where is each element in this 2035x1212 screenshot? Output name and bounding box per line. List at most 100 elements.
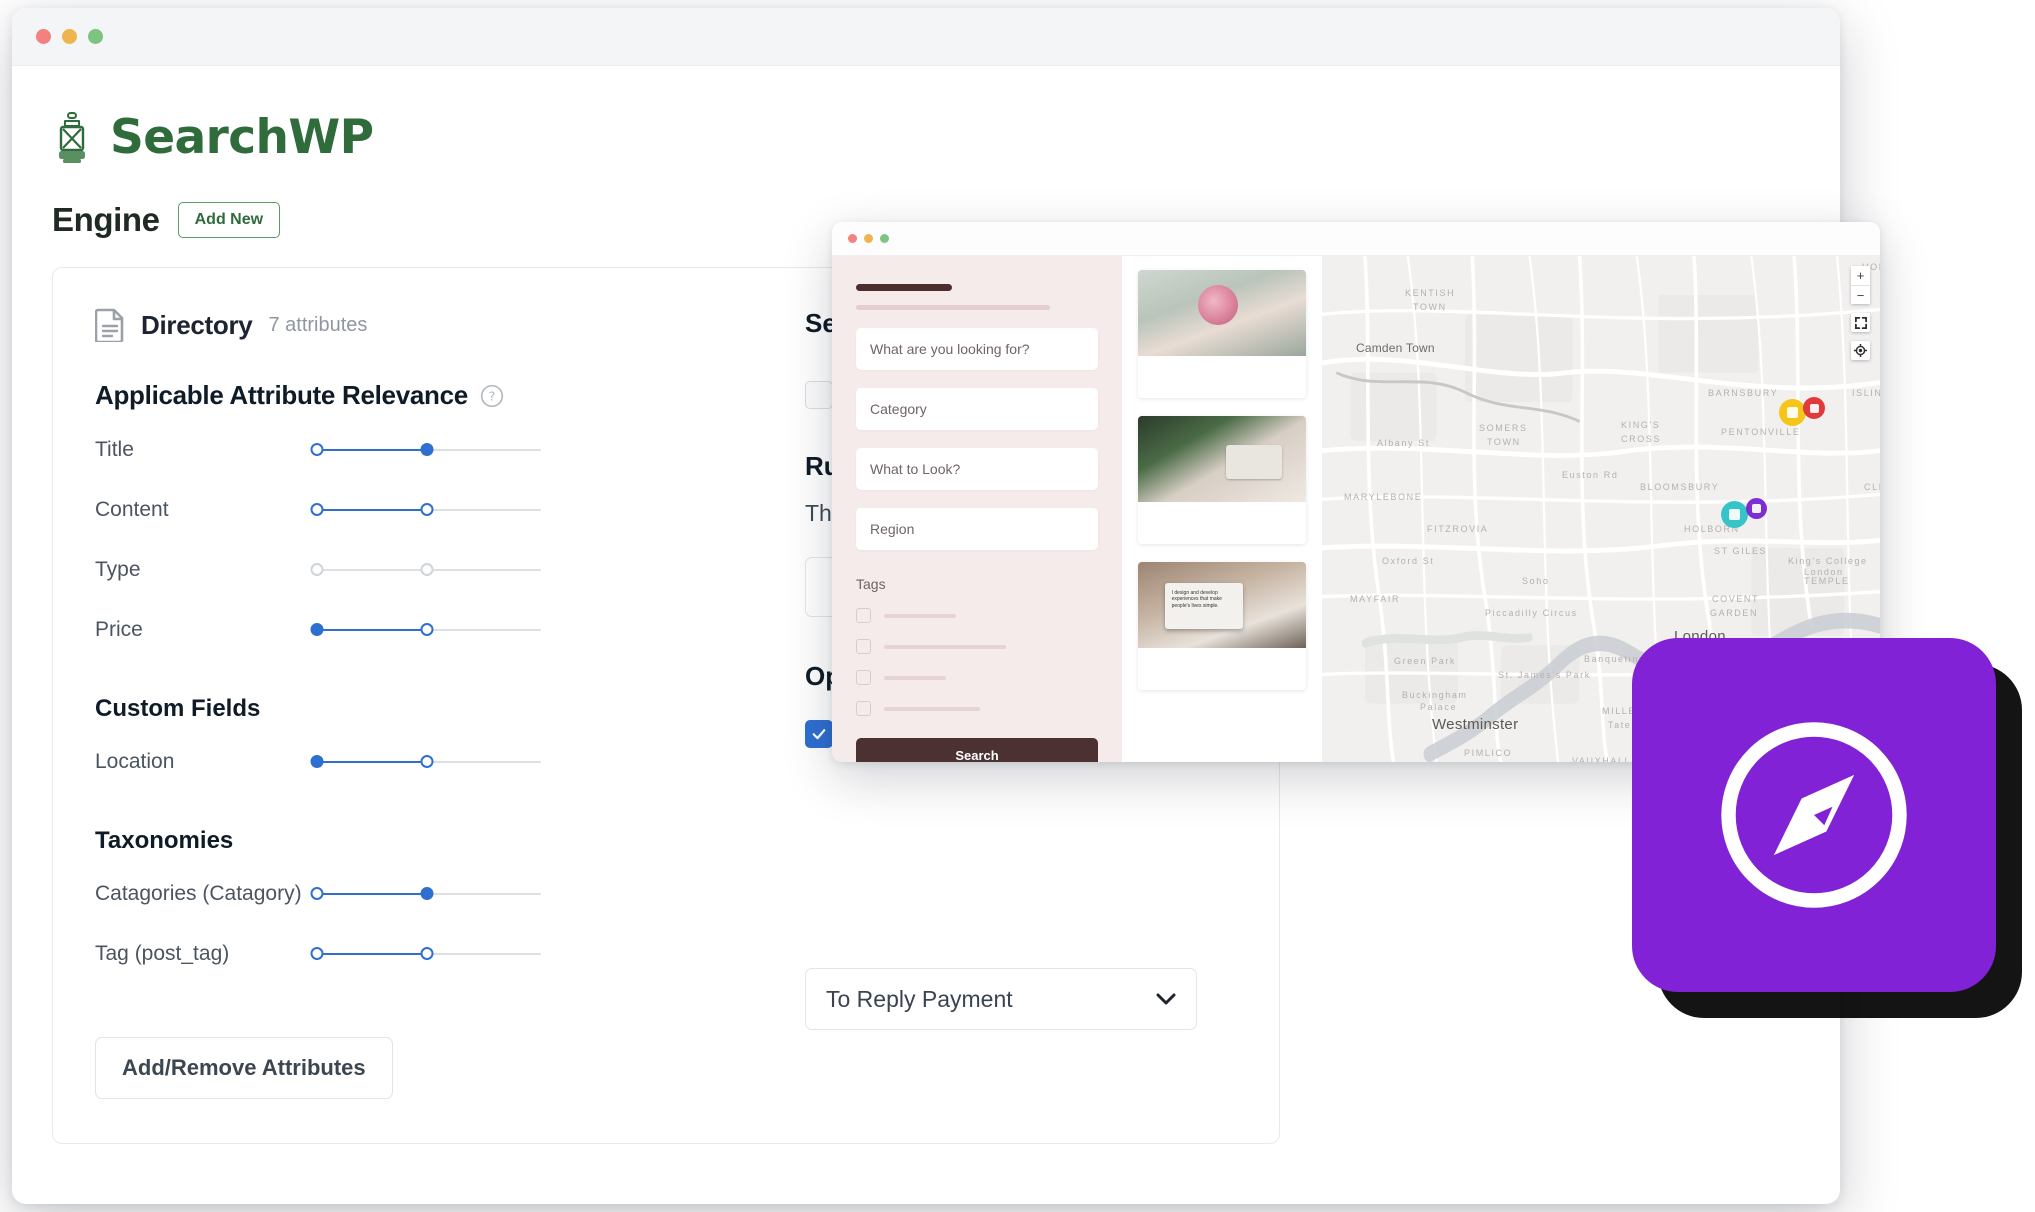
list-item[interactable] (1138, 416, 1306, 544)
slider-handle-start[interactable] (311, 887, 324, 900)
map-controls: + − (1851, 266, 1870, 360)
map-label: Camden Town (1356, 341, 1435, 355)
fullscreen-button[interactable] (1851, 313, 1870, 332)
app-maximize-button[interactable] (880, 234, 889, 243)
tag-row[interactable] (856, 701, 1098, 716)
slider-handle-end[interactable] (420, 503, 433, 516)
page-title: Engine (52, 201, 160, 239)
search-input-category[interactable]: Category (856, 388, 1098, 430)
options-checkbox[interactable] (805, 720, 833, 748)
browser-titlebar (12, 8, 1840, 66)
slider-handle-start[interactable] (311, 503, 324, 516)
slider-handle-start[interactable] (311, 947, 324, 960)
compass-icon (1711, 712, 1917, 918)
attribute-label: Location (95, 750, 305, 774)
slider-fill (317, 629, 427, 631)
slider-handle-end[interactable] (420, 443, 433, 456)
pin-purple[interactable] (1746, 498, 1767, 519)
attribute-slider[interactable] (317, 944, 541, 964)
pin-yellow[interactable] (1779, 399, 1806, 426)
map-label: MAYFAIR (1350, 594, 1400, 604)
brand-logo: SearchWP (52, 110, 1840, 165)
relevance-title: Applicable Attribute Relevance (95, 380, 468, 411)
map-label: King's College (1788, 556, 1868, 566)
map-label: Green Park (1394, 656, 1456, 666)
map-label: Soho (1522, 576, 1549, 586)
tag-row[interactable] (856, 670, 1098, 685)
slider-handle-start[interactable] (311, 563, 324, 576)
attribute-label: Content (95, 498, 305, 522)
map-label: Buckingham (1402, 690, 1468, 700)
tag-row[interactable] (856, 608, 1098, 623)
chevron-down-icon (1156, 993, 1176, 1005)
search-input-keyword[interactable]: What are you looking for? (856, 328, 1098, 370)
tags-label: Tags (856, 576, 1098, 592)
app-minimize-button[interactable] (864, 234, 873, 243)
slider-handle-end[interactable] (420, 887, 433, 900)
map-label: CROSS (1621, 434, 1661, 444)
app-close-button[interactable] (848, 234, 857, 243)
map-label: PIMLICO (1464, 748, 1512, 758)
map-label: MARYLEBONE (1344, 492, 1422, 502)
add-new-button[interactable]: Add New (178, 202, 280, 238)
tag-checkbox[interactable] (856, 670, 871, 685)
attribute-label: Tag (post_tag) (95, 942, 305, 966)
search-option-checkbox[interactable] (805, 381, 833, 409)
map-label: KENTISH (1405, 288, 1455, 298)
taxonomies-attribute-list: Catagories (Catagory) Tag (post_tag) (95, 873, 1237, 975)
tag-checkbox[interactable] (856, 639, 871, 654)
listing-meta (1138, 502, 1306, 544)
attribute-label: Title (95, 438, 305, 462)
add-remove-attributes-button[interactable]: Add/Remove Attributes (95, 1037, 393, 1099)
listing-photo-caption: I design and develop experiences that ma… (1172, 590, 1240, 610)
slider-handle-start[interactable] (311, 623, 324, 636)
attribute-slider[interactable] (317, 620, 541, 640)
compass-card[interactable] (1632, 638, 1996, 992)
locate-button[interactable] (1851, 341, 1870, 360)
slider-handle-end[interactable] (420, 623, 433, 636)
attribute-slider[interactable] (317, 884, 541, 904)
search-input-region[interactable]: Region (856, 508, 1098, 550)
app-titlebar (832, 222, 1880, 256)
pin-red[interactable] (1803, 397, 1825, 419)
theater-icon (1787, 407, 1798, 418)
map-label: VAUXHALL (1572, 756, 1631, 762)
map-label: BLOOMSBURY (1640, 482, 1719, 492)
payment-select-value: To Reply Payment (826, 986, 1013, 1013)
close-button[interactable] (36, 29, 51, 44)
map-label: KING'S (1621, 420, 1660, 430)
svg-text:?: ? (489, 388, 496, 403)
tag-row[interactable] (856, 639, 1098, 654)
pin-teal[interactable] (1721, 501, 1748, 528)
attribute-slider[interactable] (317, 560, 541, 580)
maximize-button[interactable] (88, 29, 103, 44)
slider-handle-end[interactable] (420, 947, 433, 960)
slider-handle-start[interactable] (311, 755, 324, 768)
minimize-button[interactable] (62, 29, 77, 44)
slider-handle-end[interactable] (420, 563, 433, 576)
list-item[interactable] (1138, 270, 1306, 398)
question-circle-icon[interactable]: ? (480, 384, 504, 408)
attribute-slider[interactable] (317, 752, 541, 772)
payment-select[interactable]: To Reply Payment (805, 968, 1197, 1030)
search-button[interactable]: Search (856, 738, 1098, 762)
map-label: FITZROVIA (1427, 524, 1488, 534)
tag-checkbox[interactable] (856, 701, 871, 716)
map-label: GARDEN (1710, 608, 1758, 618)
tag-label-placeholder (884, 645, 1006, 649)
map-label: Albany St (1377, 438, 1430, 448)
source-name: Directory (141, 310, 252, 341)
search-input-what[interactable]: What to Look? (856, 448, 1098, 490)
map-label: BARNSBURY (1708, 388, 1778, 398)
slider-handle-end[interactable] (420, 755, 433, 768)
map-label: COVENT (1712, 594, 1759, 604)
attribute-slider[interactable] (317, 500, 541, 520)
attribute-label: Catagories (Catagory) (95, 882, 305, 906)
zoom-in-button[interactable]: + (1851, 266, 1870, 285)
slider-handle-start[interactable] (311, 443, 324, 456)
attribute-slider[interactable] (317, 440, 541, 460)
zoom-out-button[interactable]: − (1851, 285, 1870, 304)
tag-checkbox[interactable] (856, 608, 871, 623)
list-item[interactable]: I design and develop experiences that ma… (1138, 562, 1306, 690)
map-label: Piccadilly Circus (1485, 608, 1578, 618)
